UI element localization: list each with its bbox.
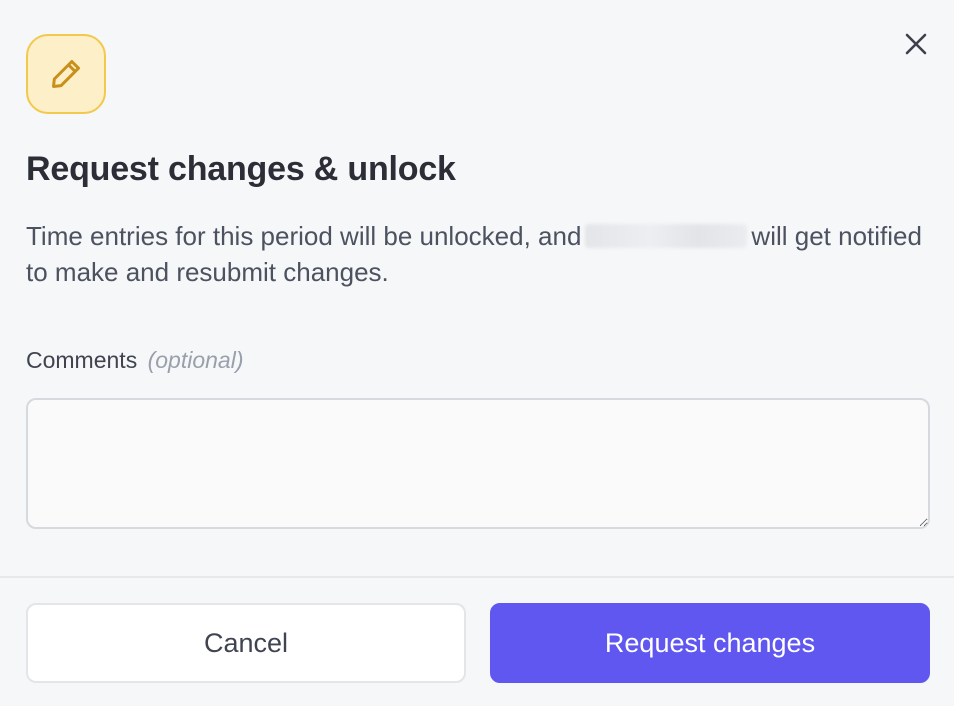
- header-icon-badge: [26, 34, 106, 114]
- footer-divider: [0, 576, 954, 578]
- description-text-before: Time entries for this period will be unl…: [26, 221, 582, 251]
- comments-textarea[interactable]: [26, 398, 930, 529]
- close-button[interactable]: [900, 28, 932, 60]
- cancel-button[interactable]: Cancel: [26, 603, 466, 683]
- comments-optional-hint: (optional): [147, 347, 244, 373]
- request-changes-dialog: Request changes & unlock Time entries fo…: [0, 0, 954, 706]
- redacted-user-name: [585, 224, 748, 248]
- pencil-icon: [52, 60, 80, 88]
- dialog-description: Time entries for this period will be unl…: [26, 218, 930, 290]
- dialog-title: Request changes & unlock: [26, 150, 456, 188]
- close-icon: [905, 33, 927, 55]
- request-changes-button[interactable]: Request changes: [490, 603, 930, 683]
- comments-label: Comments (optional): [26, 347, 243, 374]
- comments-label-text: Comments: [26, 347, 138, 373]
